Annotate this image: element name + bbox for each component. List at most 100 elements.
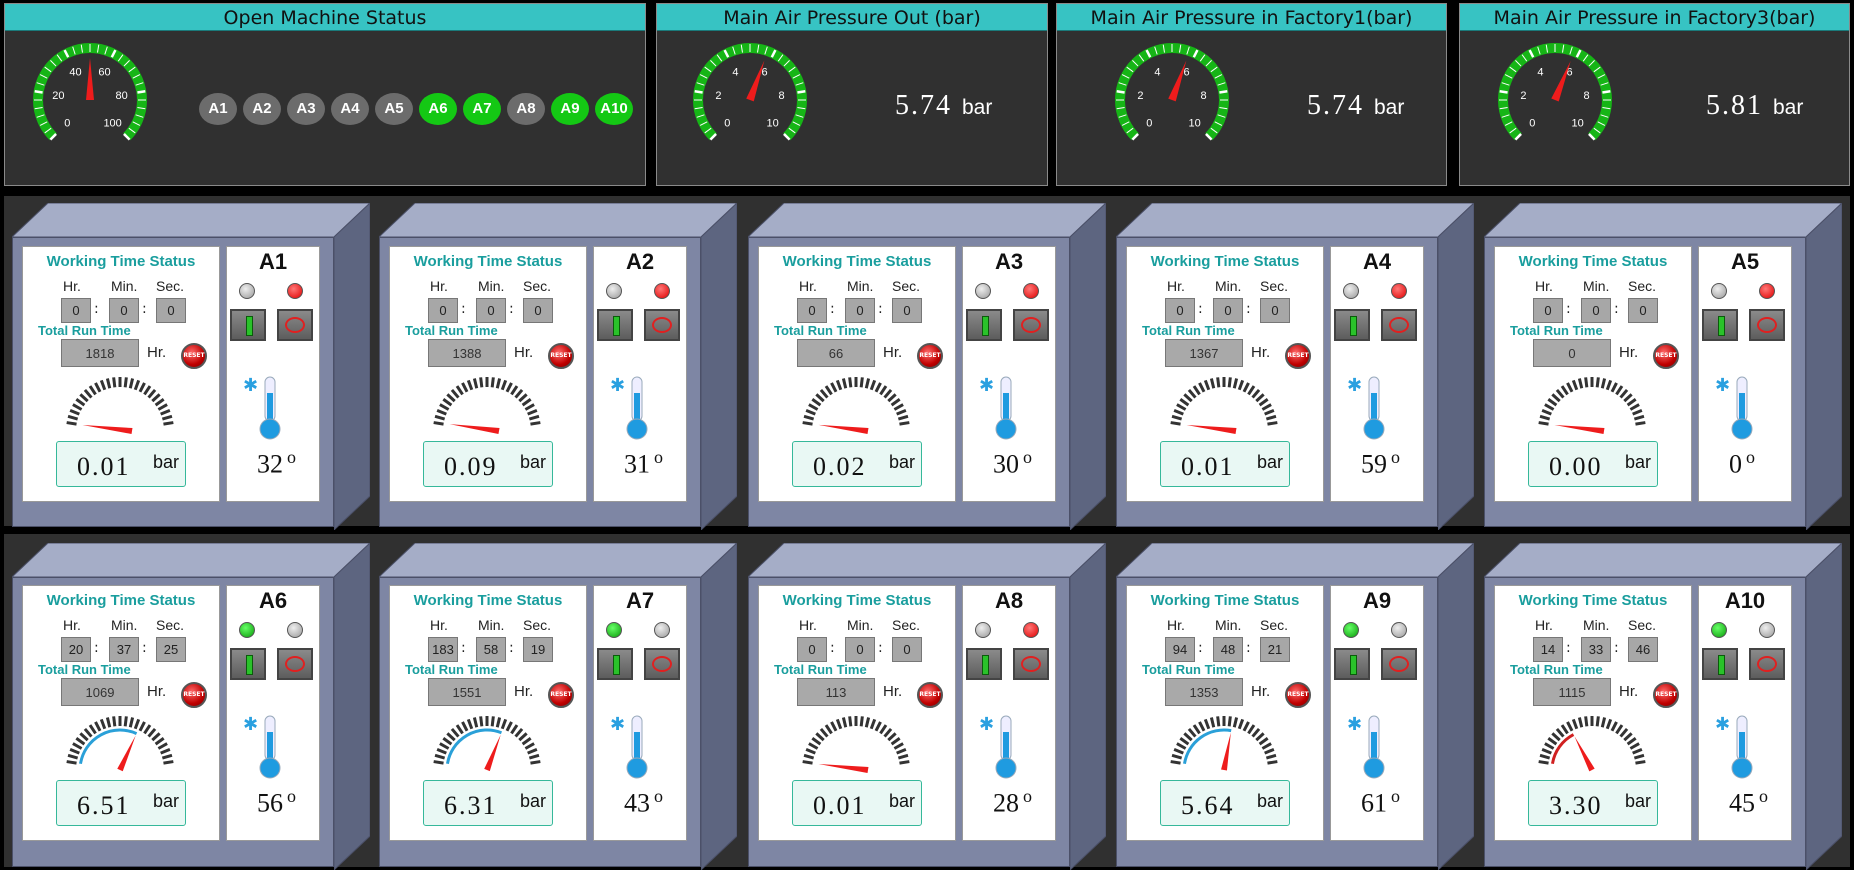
temperature-reading: 56 o xyxy=(257,786,296,819)
stop-button[interactable] xyxy=(1749,648,1785,680)
stop-button[interactable] xyxy=(277,648,313,680)
stop-button[interactable] xyxy=(1381,309,1417,341)
reset-button[interactable]: RESET xyxy=(1653,343,1679,369)
start-button[interactable] xyxy=(966,648,1002,680)
machine-chip-a1[interactable]: A1 xyxy=(199,93,237,125)
reset-button[interactable]: RESET xyxy=(917,682,943,708)
min-label: Min. xyxy=(111,617,138,633)
cabinet-side xyxy=(1806,203,1842,530)
machine-control-panel: A4 ✱ 59 o xyxy=(1330,246,1424,502)
cabinet-side xyxy=(701,203,737,530)
min-label: Min. xyxy=(1583,617,1610,633)
machine-chip-a10[interactable]: A10 xyxy=(595,93,633,125)
stop-button[interactable] xyxy=(1013,648,1049,680)
colon: : xyxy=(1198,301,1203,317)
machine-chip-a8[interactable]: A8 xyxy=(507,93,545,125)
thermometer-icon: ✱ xyxy=(243,375,281,440)
gauge-needle xyxy=(484,734,501,772)
thermometer-icon: ✱ xyxy=(979,375,1017,440)
pressure-unit: bar xyxy=(1624,452,1651,472)
seconds-value: 0 xyxy=(1628,298,1658,323)
start-button[interactable] xyxy=(1702,309,1738,341)
machine-name: A5 xyxy=(1730,249,1760,274)
pressure-gauge xyxy=(66,716,174,772)
machine-chip-a4[interactable]: A4 xyxy=(331,93,369,125)
reset-button[interactable]: RESET xyxy=(1285,343,1311,369)
machine-chip-a6[interactable]: A6 xyxy=(419,93,457,125)
hr-label: Hr. xyxy=(63,278,81,294)
temperature-reading: 31 o xyxy=(624,447,663,480)
temperature-reading: 59 o xyxy=(1361,447,1400,480)
min-label: Min. xyxy=(478,278,505,294)
stop-button[interactable] xyxy=(644,309,680,341)
hr-label: Hr. xyxy=(1167,617,1185,633)
working-time-panel: Working Time Status Hr. Min. Sec. 94 : 4… xyxy=(1126,585,1324,841)
min-label: Min. xyxy=(1215,617,1242,633)
reset-button[interactable]: RESET xyxy=(548,343,574,369)
pressure-value: 0.01 xyxy=(77,452,131,481)
start-button[interactable] xyxy=(1702,648,1738,680)
pressure-gauge xyxy=(1538,716,1646,772)
machine-chip-a5[interactable]: A5 xyxy=(375,93,413,125)
hr-label: Hr. xyxy=(430,278,448,294)
sec-label: Sec. xyxy=(1260,278,1289,294)
machine-control-panel: A7 ✱ 43 o xyxy=(593,585,687,841)
gauge-needle xyxy=(1168,60,1187,102)
temperature-value: 28 xyxy=(993,788,1019,818)
working-time-title: Working Time Status xyxy=(413,592,563,609)
start-button[interactable] xyxy=(1334,648,1370,680)
gauge-tick-label: 0 xyxy=(1146,118,1152,130)
svg-text:✱: ✱ xyxy=(979,714,994,735)
pressure-out-reading: 5.74 bar xyxy=(895,90,992,122)
start-button[interactable] xyxy=(230,309,266,341)
pressure-unit: bar xyxy=(152,791,179,811)
gauge-tick-label: 2 xyxy=(715,90,721,102)
machine-chip-a9[interactable]: A9 xyxy=(551,93,589,125)
min-label: Min. xyxy=(847,278,874,294)
start-button[interactable] xyxy=(597,648,633,680)
hours-value: 0 xyxy=(1533,298,1563,323)
gauge-tick-label: 10 xyxy=(1189,118,1201,130)
thermometer-icon: ✱ xyxy=(1715,714,1753,779)
reset-button[interactable]: RESET xyxy=(548,682,574,708)
pressure-factory3-panel: Main Air Pressure in Factory3(bar) 02468… xyxy=(1459,3,1850,186)
stop-button[interactable] xyxy=(1749,309,1785,341)
sec-label: Sec. xyxy=(892,278,921,294)
stop-button[interactable] xyxy=(1013,309,1049,341)
start-button[interactable] xyxy=(966,309,1002,341)
reset-button[interactable]: RESET xyxy=(1653,682,1679,708)
svg-text:✱: ✱ xyxy=(979,375,994,396)
total-run-value: 1551 xyxy=(428,678,506,706)
machine-control-panel: A2 ✱ 31 o xyxy=(593,246,687,502)
colon: : xyxy=(509,640,514,656)
run-hr-unit: Hr. xyxy=(1619,344,1639,361)
hours-value: 14 xyxy=(1533,637,1563,662)
stop-button[interactable] xyxy=(644,648,680,680)
start-button[interactable] xyxy=(230,648,266,680)
machine-chip-a7[interactable]: A7 xyxy=(463,93,501,125)
colon: : xyxy=(509,301,514,317)
colon: : xyxy=(878,301,883,317)
gauge-needle xyxy=(818,424,869,434)
reset-button[interactable]: RESET xyxy=(1285,682,1311,708)
stop-button[interactable] xyxy=(277,309,313,341)
cabinet-top xyxy=(12,203,370,237)
sec-label: Sec. xyxy=(1628,617,1657,633)
start-button[interactable] xyxy=(1334,309,1370,341)
cabinet-side xyxy=(1438,543,1474,870)
total-run-label: Total Run Time xyxy=(1142,662,1235,677)
pressure-display: 0.02 bar xyxy=(792,441,922,487)
pressure-out-panel: Main Air Pressure Out (bar) 0 2 4 6 8 10 5.74… xyxy=(656,3,1048,186)
start-button[interactable] xyxy=(597,309,633,341)
working-time-title: Working Time Status xyxy=(1518,253,1668,270)
gauge-needle xyxy=(746,60,765,102)
reset-button[interactable]: RESET xyxy=(181,343,207,369)
reset-button[interactable]: RESET xyxy=(917,343,943,369)
reset-button[interactable]: RESET xyxy=(181,682,207,708)
temperature-reading: 61 o xyxy=(1361,786,1400,819)
machine-chip-a2[interactable]: A2 xyxy=(243,93,281,125)
colon: : xyxy=(830,640,835,656)
machine-chip-a3[interactable]: A3 xyxy=(287,93,325,125)
open-machine-title: Open Machine Status xyxy=(5,4,645,31)
stop-button[interactable] xyxy=(1381,648,1417,680)
